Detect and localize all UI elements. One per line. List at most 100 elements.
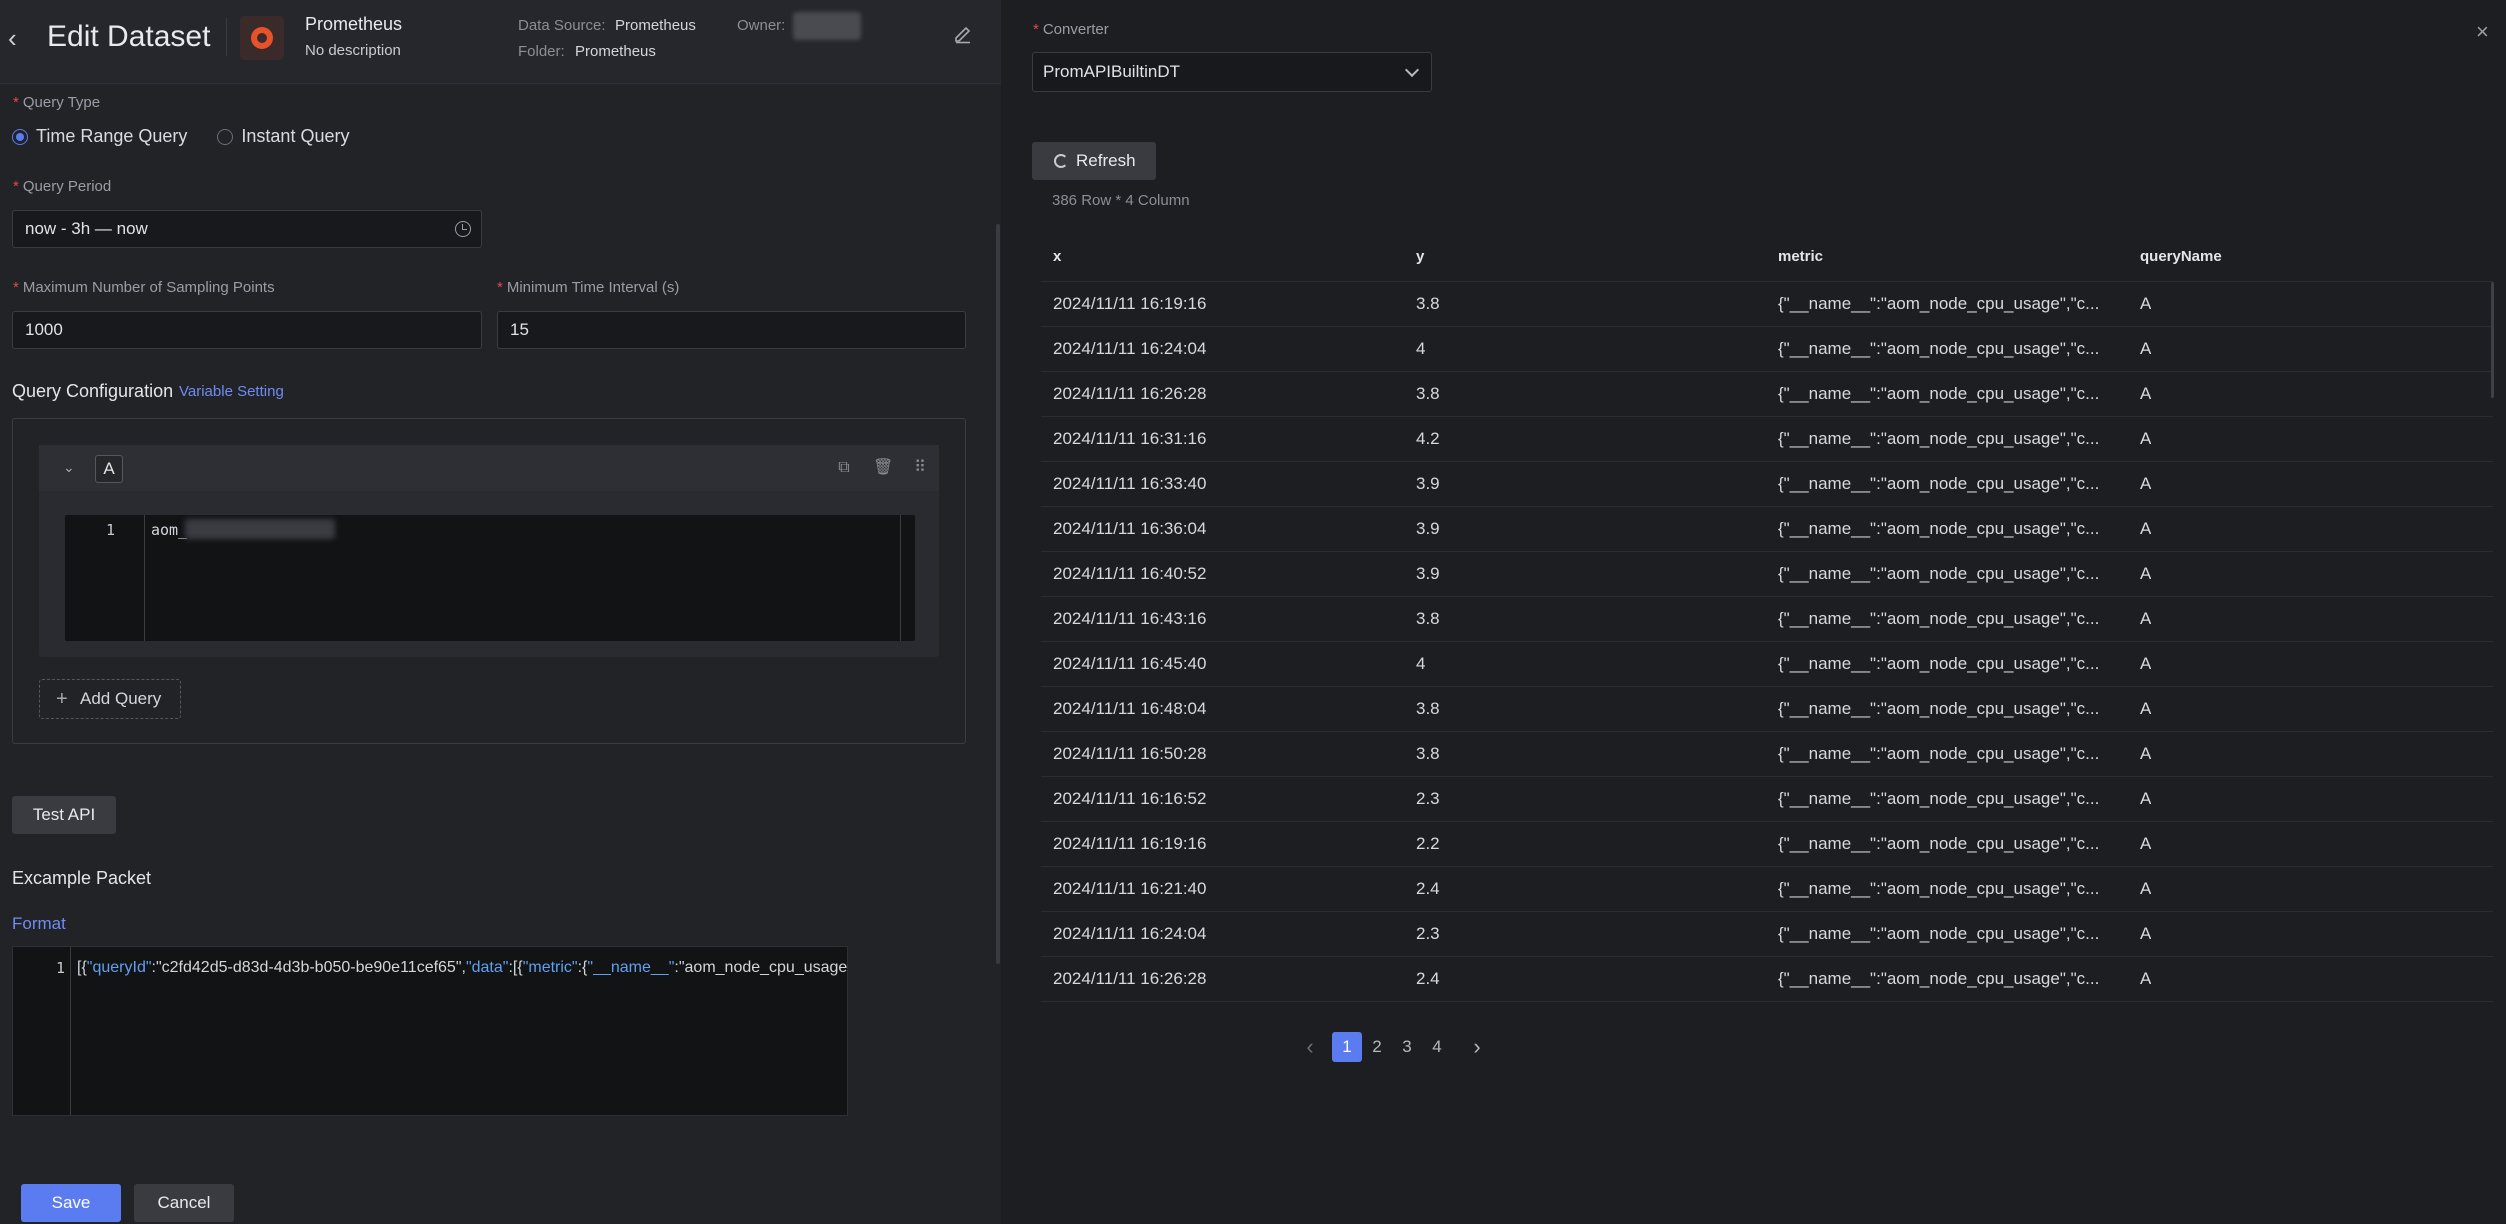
table-cell-metric: {"__name__":"aom_node_cpu_usage","c... <box>1778 879 2100 898</box>
table-row[interactable]: 2024/11/11 16:24:04 2.3 {"__name__":"aom_n… <box>1041 912 2493 957</box>
table-row[interactable]: 2024/11/11 16:31:16 4.2 {"__name__":"aom_n… <box>1041 417 2493 462</box>
table-cell-x: 2024/11/11 16:24:04 <box>1053 924 1207 943</box>
table-cell-y: 4 <box>1416 339 1426 358</box>
owner-value-redacted <box>793 12 861 40</box>
edit-pencil-icon[interactable] <box>952 22 974 44</box>
table-cell-y: 3.8 <box>1416 294 1440 313</box>
min-interval-input[interactable]: 15 <box>497 311 966 349</box>
chevron-down-icon <box>1404 62 1420 78</box>
pagination-page-4[interactable]: 4 <box>1422 1032 1452 1062</box>
table-cell-queryname: A <box>2140 699 2152 718</box>
table-cell-y: 3.8 <box>1416 699 1440 718</box>
query-card-a: ⌄ A ⧉ 🗑 ⠿ 1 aom_ <box>39 445 939 657</box>
pagination-next[interactable]: › <box>1462 1032 1492 1062</box>
table-cell-queryname: A <box>2140 564 2152 583</box>
table-cell-metric: {"__name__":"aom_node_cpu_usage","c... <box>1778 429 2100 448</box>
table-cell-y: 2.3 <box>1416 924 1440 943</box>
table-row[interactable]: 2024/11/11 16:24:04 4 {"__name__":"aom_nod… <box>1041 327 2493 372</box>
refresh-button[interactable]: Refresh <box>1032 142 1156 180</box>
pagination-page-3[interactable]: 3 <box>1392 1032 1422 1062</box>
table-row[interactable]: 2024/11/11 16:43:16 3.8 {"__name__":"aom_n… <box>1041 597 2493 642</box>
refresh-icon <box>1054 154 1068 168</box>
table-cell-y: 4 <box>1416 654 1426 673</box>
pagination-page-2[interactable]: 2 <box>1362 1032 1392 1062</box>
table-scrollbar[interactable] <box>2491 282 2494 398</box>
converter-label: * Converter <box>1033 21 1109 38</box>
pagination-prev[interactable]: ‹ <box>1295 1032 1325 1062</box>
table-row[interactable]: 2024/11/11 16:21:40 2.4 {"__name__":"aom_n… <box>1041 867 2493 912</box>
chevron-down-icon[interactable]: ⌄ <box>63 459 75 476</box>
query-card-header: ⌄ A ⧉ 🗑 ⠿ <box>39 445 939 491</box>
table-row[interactable]: 2024/11/11 16:26:28 3.8 {"__name__":"aom_n… <box>1041 372 2493 417</box>
table-cell-queryname: A <box>2140 609 2152 628</box>
table-cell-x: 2024/11/11 16:21:40 <box>1053 879 1207 898</box>
datasource-name: Prometheus <box>305 14 403 34</box>
format-link[interactable]: Format <box>12 914 66 934</box>
table-row[interactable]: 2024/11/11 16:50:28 3.8 {"__name__":"aom_n… <box>1041 732 2493 777</box>
table-cell-metric: {"__name__":"aom_node_cpu_usage","c... <box>1778 834 2100 853</box>
table-row[interactable]: 2024/11/11 16:45:40 4 {"__name__":"aom_nod… <box>1041 642 2493 687</box>
table-cell-y: 3.9 <box>1416 474 1440 493</box>
max-points-label: * Maximum Number of Sampling Points <box>13 279 275 296</box>
drag-handle-icon[interactable]: ⠿ <box>911 459 929 477</box>
table-cell-queryname: A <box>2140 519 2152 538</box>
radio-label-instant[interactable]: Instant Query <box>241 126 349 147</box>
variable-setting-link[interactable]: Variable Setting <box>179 383 284 400</box>
table-row[interactable]: 2024/11/11 16:26:28 2.4 {"__name__":"aom_n… <box>1041 957 2493 1002</box>
owner-label: Owner: <box>737 17 786 34</box>
table-cell-queryname: A <box>2140 834 2152 853</box>
pagination-page-1[interactable]: 1 <box>1332 1032 1362 1062</box>
query-tag: A <box>95 455 123 483</box>
datasource-description: No description <box>305 42 401 59</box>
table-header: x y metric queryName <box>1041 238 2493 282</box>
add-query-button[interactable]: Add Query <box>39 679 181 719</box>
test-api-button[interactable]: Test API <box>12 796 116 834</box>
table-cell-metric: {"__name__":"aom_node_cpu_usage","c... <box>1778 384 2100 403</box>
example-packet-viewer[interactable]: 1 [{"queryId":"c2fd42d5-d83d-4d3b-b050-b… <box>12 946 848 1116</box>
table-row[interactable]: 2024/11/11 16:40:52 3.9 {"__name__":"aom_n… <box>1041 552 2493 597</box>
table-cell-x: 2024/11/11 16:24:04 <box>1053 339 1207 358</box>
query-code-editor[interactable]: 1 aom_ <box>65 515 915 641</box>
table-row[interactable]: 2024/11/11 16:19:16 3.8 {"__name__":"aom_n… <box>1041 282 2493 327</box>
table-cell-y: 3.8 <box>1416 744 1440 763</box>
folder-label: Folder: <box>518 43 565 60</box>
table-row[interactable]: 2024/11/11 16:36:04 3.9 {"__name__":"aom_n… <box>1041 507 2493 552</box>
copy-icon[interactable]: ⧉ <box>835 459 853 477</box>
converter-select[interactable]: PromAPIBuiltinDT <box>1032 52 1432 92</box>
packet-line-number: 1 <box>55 959 65 977</box>
close-icon[interactable]: × <box>2476 21 2496 43</box>
table-cell-metric: {"__name__":"aom_node_cpu_usage","c... <box>1778 699 2100 718</box>
save-button[interactable]: Save <box>21 1184 121 1222</box>
table-cell-metric: {"__name__":"aom_node_cpu_usage","c... <box>1778 654 2100 673</box>
table-cell-queryname: A <box>2140 474 2152 493</box>
radio-label-time-range[interactable]: Time Range Query <box>36 126 187 147</box>
max-points-input[interactable]: 1000 <box>12 311 482 349</box>
delete-icon[interactable]: 🗑 <box>873 459 893 477</box>
radio-time-range-query[interactable] <box>12 128 28 145</box>
back-arrow-icon[interactable]: ‹ <box>8 25 32 51</box>
table-row[interactable]: 2024/11/11 16:48:04 3.8 {"__name__":"aom_n… <box>1041 687 2493 732</box>
table-cell-queryname: A <box>2140 429 2152 448</box>
table-cell-queryname: A <box>2140 384 2152 403</box>
cancel-button[interactable]: Cancel <box>134 1184 234 1222</box>
dataset-editor-panel: ‹ Edit Dataset Prometheus No description… <box>0 0 1001 1224</box>
table-cell-queryname: A <box>2140 924 2152 943</box>
query-type-radio-group: Time Range Query Instant Query <box>12 126 349 147</box>
table-row[interactable]: 2024/11/11 16:19:16 2.2 {"__name__":"aom_n… <box>1041 822 2493 867</box>
query-period-input[interactable]: now - 3h — now <box>12 210 482 248</box>
editor-ruler <box>900 515 901 641</box>
table-cell-y: 2.4 <box>1416 969 1440 988</box>
radio-instant-query[interactable] <box>217 128 234 145</box>
table-cell-metric: {"__name__":"aom_node_cpu_usage","c... <box>1778 744 2100 763</box>
table-cell-y: 4.2 <box>1416 429 1440 448</box>
header: ‹ Edit Dataset Prometheus No description… <box>0 0 1001 84</box>
left-scrollbar[interactable] <box>996 224 1000 964</box>
table-row[interactable]: 2024/11/11 16:16:52 2.3 {"__name__":"aom_n… <box>1041 777 2493 822</box>
table-row[interactable]: 2024/11/11 16:33:40 3.9 {"__name__":"aom_n… <box>1041 462 2493 507</box>
table-cell-y: 3.9 <box>1416 519 1440 538</box>
table-cell-x: 2024/11/11 16:26:28 <box>1053 969 1207 988</box>
row-count: 386 Row * 4 Column <box>1052 192 1190 209</box>
divider <box>226 18 227 56</box>
min-interval-label: * Minimum Time Interval (s) <box>497 279 680 296</box>
data-source-label: Data Source: <box>518 17 606 34</box>
